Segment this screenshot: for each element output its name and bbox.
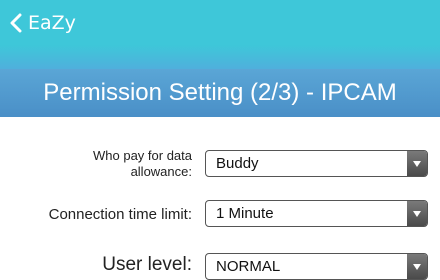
header-divider (0, 45, 440, 69)
connection-time-limit-value: 1 Minute (216, 205, 274, 222)
user-level-label: User level: (102, 254, 192, 275)
data-allowance-value: Buddy (216, 155, 259, 172)
user-level-value: NORMAL (216, 258, 281, 275)
page-title: Permission Setting (2/3) - IPCAM (43, 79, 397, 106)
back-button[interactable]: EaZy (10, 12, 76, 34)
user-level-select[interactable]: NORMAL (205, 253, 428, 280)
chevron-left-icon (10, 13, 22, 33)
user-level-row: User level: NORMAL (0, 251, 440, 280)
data-allowance-label-line2: allowance: (130, 164, 192, 179)
caret-down-icon (407, 201, 427, 226)
connection-time-limit-label: Connection time limit: (48, 205, 192, 223)
back-button-label: EaZy (28, 11, 76, 34)
connection-time-limit-row: Connection time limit: 1 Minute (0, 199, 440, 229)
navigation-bar: EaZy (0, 0, 440, 45)
data-allowance-label-line1: Who pay for data (93, 148, 192, 163)
connection-time-limit-select[interactable]: 1 Minute (205, 200, 428, 227)
caret-down-icon (407, 151, 427, 176)
data-allowance-select[interactable]: Buddy (205, 150, 428, 177)
data-allowance-row: Who pay for data allowance: Buddy (0, 146, 440, 182)
page-title-bar: Permission Setting (2/3) - IPCAM (0, 69, 440, 117)
caret-down-icon (407, 254, 427, 279)
data-allowance-label: Who pay for data allowance: (0, 148, 192, 180)
